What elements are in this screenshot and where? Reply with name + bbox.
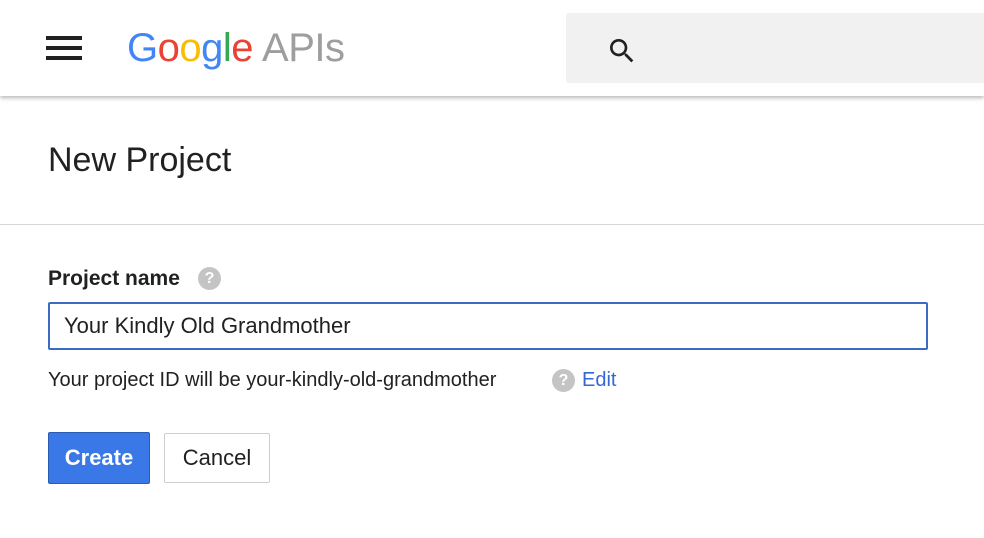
project-id-text: Your project ID will be your-kindly-old-… [48, 369, 497, 391]
menu-bar [46, 36, 82, 40]
edit-project-id-link[interactable]: Edit [582, 367, 616, 393]
logo-suffix: APIs [262, 26, 345, 70]
menu-bar [46, 46, 82, 50]
logo-letter: G [127, 26, 158, 70]
logo-letter: o [179, 26, 202, 70]
google-apis-logo[interactable]: Google APIs [127, 23, 345, 73]
page-title: New Project [48, 141, 232, 179]
search-bar[interactable] [566, 13, 984, 83]
logo-letter: e [231, 26, 254, 70]
top-app-bar: Google APIs [0, 0, 984, 96]
logo-letter: o [157, 26, 180, 70]
menu-bar [46, 56, 82, 60]
search-icon[interactable] [606, 35, 638, 67]
cancel-button[interactable]: Cancel [164, 433, 270, 483]
help-icon[interactable]: ? [198, 267, 221, 290]
section-divider [0, 224, 984, 225]
project-name-label: Project name [48, 267, 180, 290]
create-button[interactable]: Create [48, 432, 150, 484]
logo-letter: l [222, 26, 232, 70]
project-name-input[interactable] [48, 302, 928, 350]
logo-letter: g [201, 26, 223, 70]
help-icon[interactable]: ? [552, 369, 575, 392]
hamburger-menu-icon[interactable] [38, 28, 88, 68]
